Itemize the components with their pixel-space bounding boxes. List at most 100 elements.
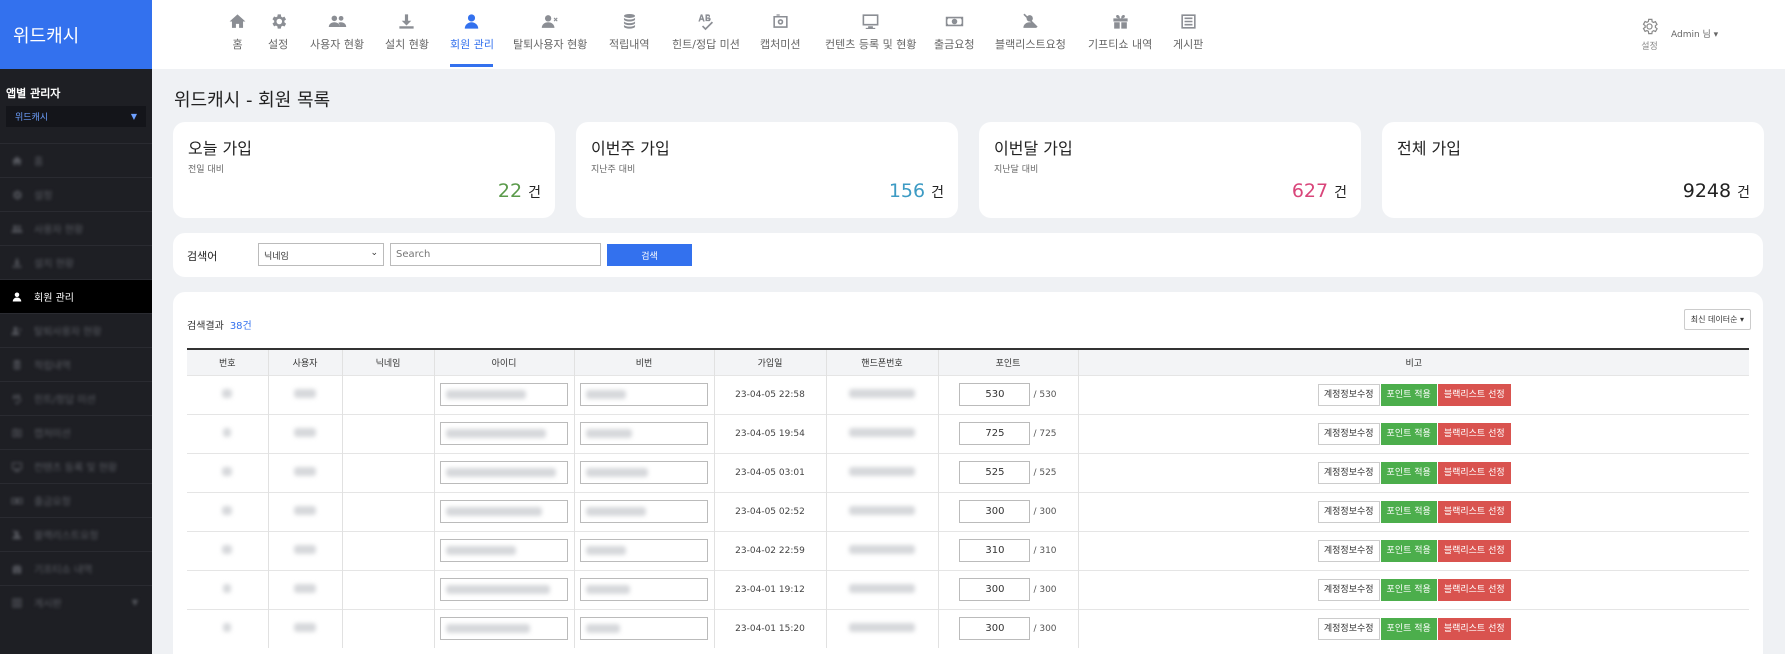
sidebar-item-content[interactable]: 컨텐츠 등록 및 현황 — [0, 449, 152, 483]
apply-points-button[interactable]: 포인트 적용 — [1380, 461, 1437, 484]
id-field[interactable] — [440, 617, 568, 641]
app-selector[interactable]: 위드캐시 ▼ — [6, 106, 146, 127]
edit-account-button[interactable]: 계정정보수정 — [1317, 578, 1380, 601]
password-field[interactable] — [580, 461, 708, 484]
nav-member-management[interactable]: 회원 관리 — [450, 12, 494, 52]
password-field[interactable] — [580, 422, 708, 445]
sidebar-item-member-management[interactable]: 회원 관리 — [0, 279, 152, 313]
col-header[interactable]: 비번 — [574, 349, 715, 375]
sidebar-item-home[interactable]: 홈 — [0, 143, 152, 177]
blacklist-button[interactable]: 블랙리스트 선정 — [1437, 578, 1511, 601]
nav-board[interactable]: 게시판 — [1173, 12, 1203, 52]
sidebar-item-user-status[interactable]: 사용자 현황 — [0, 211, 152, 245]
cell-phone — [826, 374, 939, 414]
col-header[interactable]: 닉네임 — [342, 349, 435, 375]
apply-points-button[interactable]: 포인트 적용 — [1380, 617, 1437, 640]
sidebar-item-capture-mission[interactable]: 캡처미션 — [0, 415, 152, 449]
search-button[interactable]: 검색 — [607, 244, 692, 266]
blacklist-button[interactable]: 블랙리스트 선정 — [1437, 500, 1511, 523]
points-input[interactable]: 300 — [959, 500, 1031, 523]
col-header[interactable]: 아이디 — [434, 349, 575, 375]
id-field[interactable] — [440, 578, 568, 601]
col-header[interactable]: 포인트 — [938, 349, 1079, 375]
admin-menu[interactable]: Admin 님 ▾ — [1671, 27, 1718, 40]
apply-points-button[interactable]: 포인트 적용 — [1380, 539, 1437, 562]
sidebar-item-board[interactable]: 게시판 ▼ — [0, 585, 152, 619]
id-field[interactable] — [440, 383, 568, 406]
top-settings-button[interactable]: 설정 — [1640, 17, 1659, 52]
sidebar-item-label: 컨텐츠 등록 및 현황 — [34, 463, 118, 474]
nav-user-status[interactable]: 사용자 현황 — [310, 12, 364, 52]
blacklist-button[interactable]: 블랙리스트 선정 — [1437, 422, 1511, 445]
edit-account-button[interactable]: 계정정보수정 — [1317, 461, 1380, 484]
blacklist-button[interactable]: 블랙리스트 선정 — [1437, 461, 1511, 484]
blacklist-button[interactable]: 블랙리스트 선정 — [1437, 383, 1511, 406]
nav-label: 컨텐츠 등록 및 현황 — [825, 38, 917, 51]
edit-account-button[interactable]: 계정정보수정 — [1317, 500, 1380, 523]
brand-logo[interactable]: 위드캐시 — [0, 0, 152, 69]
blacklist-button[interactable]: 블랙리스트 선정 — [1437, 617, 1511, 640]
col-header[interactable]: 가입일 — [714, 349, 827, 375]
nav-settings[interactable]: 설정 — [268, 12, 288, 52]
cell-password — [574, 374, 715, 414]
points-input[interactable]: 300 — [959, 617, 1031, 641]
sidebar-item-hint-mission[interactable]: 힌트/정답 미션 — [0, 381, 152, 415]
nav-capture-mission[interactable]: 캡처미션 — [760, 12, 800, 52]
sidebar-item-points-history[interactable]: 적립내역 — [0, 347, 152, 381]
col-header[interactable]: 비고 — [1078, 349, 1749, 375]
apply-points-button[interactable]: 포인트 적용 — [1380, 500, 1437, 523]
nav-home[interactable]: 홈 — [228, 12, 247, 52]
password-field[interactable] — [580, 539, 708, 562]
col-header[interactable]: 사용자 — [268, 349, 343, 375]
nav-points-history[interactable]: 적립내역 — [609, 12, 649, 52]
points-input[interactable]: 310 — [959, 539, 1031, 562]
password-field[interactable] — [580, 383, 708, 406]
blacklist-button[interactable]: 블랙리스트 선정 — [1437, 539, 1511, 562]
id-field[interactable] — [440, 539, 568, 562]
cell-points: 525/ 525 — [938, 452, 1079, 492]
nav-content[interactable]: 컨텐츠 등록 및 현황 — [825, 12, 916, 52]
edit-account-button[interactable]: 계정정보수정 — [1317, 617, 1380, 640]
password-field[interactable] — [580, 500, 708, 523]
sidebar-item-blacklist-requests[interactable]: 블랙리스트요청 — [0, 517, 152, 551]
cell-phone — [826, 491, 939, 531]
edit-account-button[interactable]: 계정정보수정 — [1317, 383, 1380, 406]
search-field-select[interactable]: 닉네임 ⌄ — [258, 243, 384, 266]
search-input[interactable] — [390, 243, 601, 266]
sort-dropdown[interactable]: 최신 데이터순 ▾ — [1683, 309, 1751, 330]
edit-account-button[interactable]: 계정정보수정 — [1317, 422, 1380, 445]
monitor-icon — [9, 461, 25, 473]
id-field[interactable] — [440, 422, 568, 445]
nav-giftishow[interactable]: 기프티쇼 내역 — [1088, 12, 1152, 52]
nav-withdrawal-requests[interactable]: 출금요청 — [934, 12, 974, 52]
id-field[interactable] — [440, 461, 568, 484]
apply-points-button[interactable]: 포인트 적용 — [1380, 422, 1437, 445]
home-icon — [228, 12, 247, 31]
id-field[interactable] — [440, 500, 568, 523]
nav-hint-mission[interactable]: 힌트/정답 미션 — [672, 12, 740, 52]
col-header[interactable]: 번호 — [187, 349, 269, 375]
points-input[interactable]: 300 — [959, 578, 1031, 601]
password-field[interactable] — [580, 578, 708, 601]
points-input[interactable]: 725 — [959, 422, 1031, 445]
points-input[interactable]: 525 — [959, 461, 1031, 484]
sidebar-item-withdrawn-users[interactable]: 탈퇴사용자 현황 — [0, 313, 152, 347]
sidebar-item-install-status[interactable]: 설치 현황 — [0, 245, 152, 279]
cell-password — [574, 413, 715, 453]
apply-points-button[interactable]: 포인트 적용 — [1380, 383, 1437, 406]
camera-icon — [9, 427, 25, 439]
caret-down-icon: ▼ — [130, 112, 137, 121]
sidebar-item-giftishow[interactable]: 기프티쇼 내역 — [0, 551, 152, 585]
edit-account-button[interactable]: 계정정보수정 — [1317, 539, 1380, 562]
stat-card-week: 이번주 가입 지난주 대비 156 건 — [576, 122, 958, 218]
sidebar-item-label: 기프티쇼 내역 — [34, 565, 93, 576]
apply-points-button[interactable]: 포인트 적용 — [1380, 578, 1437, 601]
password-field[interactable] — [580, 617, 708, 641]
nav-blacklist-requests[interactable]: 블랙리스트요청 — [995, 12, 1066, 52]
nav-withdrawn-users[interactable]: 탈퇴사용자 현황 — [513, 12, 587, 52]
points-input[interactable]: 530 — [959, 383, 1031, 406]
col-header[interactable]: 핸드폰번호 — [826, 349, 939, 375]
sidebar-item-withdrawal-requests[interactable]: 출금요청 — [0, 483, 152, 517]
nav-install-status[interactable]: 설치 현황 — [385, 12, 429, 52]
sidebar-item-settings[interactable]: 설정 — [0, 177, 152, 211]
